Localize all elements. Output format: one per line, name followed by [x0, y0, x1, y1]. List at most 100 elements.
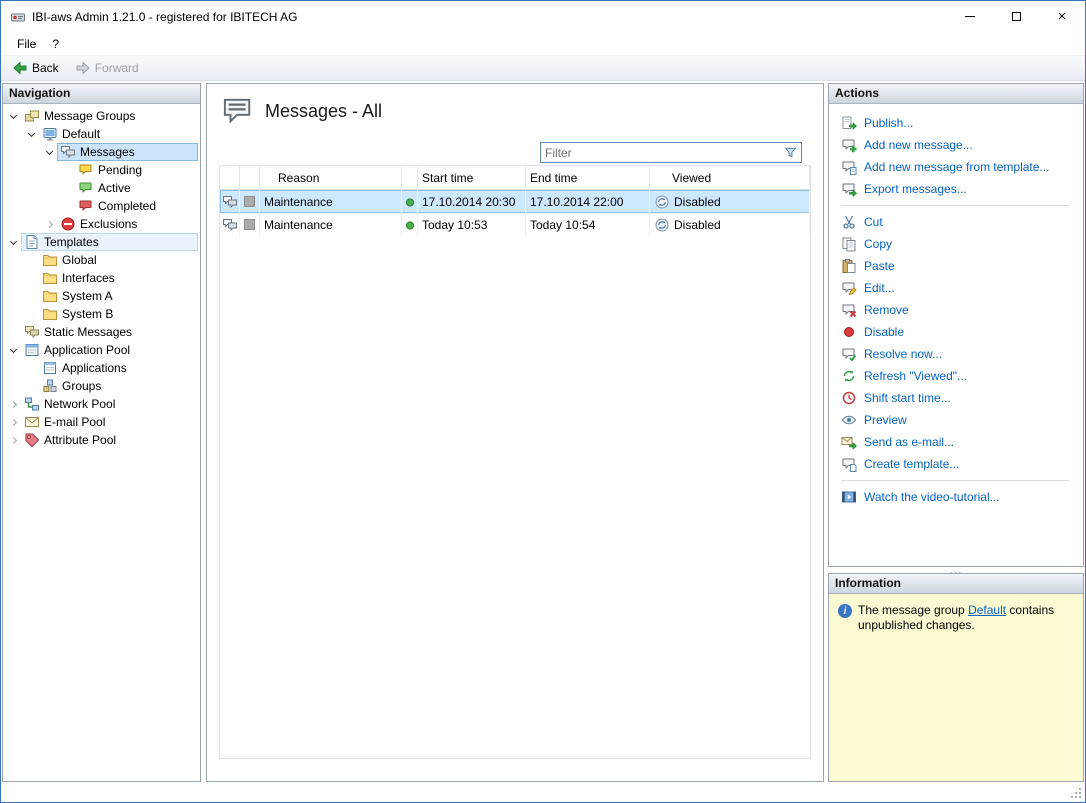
action-watch-the-video-tutorial[interactable]: Watch the video-tutorial... [841, 486, 1077, 508]
cell-reason: Maintenance [260, 190, 402, 213]
tree-item-exclusions[interactable]: Exclusions [3, 215, 200, 233]
workspace: Navigation Message Groups Default Messages… [1, 81, 1085, 802]
actions-panel-header: Actions [829, 84, 1083, 104]
action-edit[interactable]: Edit... [841, 277, 1077, 299]
action-send-as-e-mail[interactable]: Send as e-mail... [841, 431, 1077, 453]
message-row-icon [222, 217, 238, 233]
export-messages-icon [841, 181, 857, 197]
resize-grip-icon[interactable] [1070, 787, 1082, 799]
action-shift-start-time[interactable]: Shift start time... [841, 387, 1077, 409]
cell-viewed: Disabled [650, 190, 810, 213]
tree-item-applications[interactable]: Applications [3, 359, 200, 377]
tree-item-network-pool[interactable]: Network Pool [3, 395, 200, 413]
action-create-template[interactable]: Create template... [841, 453, 1077, 475]
action-publish[interactable]: Publish... [841, 112, 1077, 134]
action-refresh-viewed[interactable]: Refresh "Viewed"... [841, 365, 1077, 387]
message-row[interactable]: Maintenance 17.10.2014 20:30 17.10.2014 22… [220, 190, 810, 213]
add-message-template-icon [841, 159, 857, 175]
filter-funnel-icon[interactable] [783, 145, 801, 160]
action-paste[interactable]: Paste [841, 255, 1077, 277]
cell-thumbnail [240, 213, 260, 236]
cell-end-time: 17.10.2014 22:00 [526, 190, 650, 213]
cell-viewed: Disabled [650, 213, 810, 236]
tree-item-system-a[interactable]: System A [3, 287, 200, 305]
folder-icon [42, 270, 58, 286]
default-group-icon [42, 126, 58, 142]
cell-status [402, 190, 418, 213]
tree-item-attribute-pool[interactable]: Attribute Pool [3, 431, 200, 449]
tree-item-pending[interactable]: Pending [3, 161, 200, 179]
groups-icon [42, 378, 58, 394]
messages-large-icon [223, 96, 253, 126]
expand-chevron-icon[interactable] [5, 414, 21, 430]
column-header-start-time[interactable]: Start time [418, 166, 526, 189]
back-button[interactable]: Back [5, 58, 66, 78]
cell-start-time: 17.10.2014 20:30 [418, 190, 526, 213]
collapse-chevron-icon[interactable] [41, 144, 57, 160]
action-export-messages[interactable]: Export messages... [841, 178, 1077, 200]
expand-chevron-icon[interactable] [5, 432, 21, 448]
action-copy[interactable]: Copy [841, 233, 1077, 255]
menu-help[interactable]: ? [44, 34, 67, 54]
message-row[interactable]: Maintenance Today 10:53 Today 10:54 Disable… [220, 213, 810, 236]
folder-icon [42, 306, 58, 322]
tree-item-e-mail-pool[interactable]: E-mail Pool [3, 413, 200, 431]
column-header-end-time[interactable]: End time [526, 166, 650, 189]
cell-message-icon [220, 190, 240, 213]
table-body: Maintenance 17.10.2014 20:30 17.10.2014 22… [220, 190, 810, 236]
tree-item-system-b[interactable]: System B [3, 305, 200, 323]
collapse-chevron-icon[interactable] [5, 108, 21, 124]
table-header-row: Reason Start time End time Viewed [220, 166, 810, 190]
message-groups-icon [24, 108, 40, 124]
action-resolve-now[interactable]: Resolve now... [841, 343, 1077, 365]
collapse-chevron-icon[interactable] [5, 234, 21, 250]
expand-chevron-icon[interactable] [41, 216, 57, 232]
forward-button[interactable]: Forward [68, 58, 146, 78]
edit-icon [841, 280, 857, 296]
folder-icon [42, 252, 58, 268]
collapse-chevron-icon[interactable] [5, 342, 21, 358]
actions-panel: Actions Publish... Add new message... Add … [828, 83, 1084, 567]
app-window: IBI-aws Admin 1.21.0 - registered for IB… [0, 0, 1086, 803]
disable-icon [841, 324, 857, 340]
action-preview[interactable]: Preview [841, 409, 1077, 431]
column-header-reason[interactable]: Reason [260, 166, 402, 189]
refresh-viewed-icon [841, 368, 857, 384]
tree-item-groups[interactable]: Groups [3, 377, 200, 395]
minimize-icon [965, 16, 975, 17]
cell-status [402, 213, 418, 236]
cell-reason: Maintenance [260, 213, 402, 236]
static-messages-icon [24, 324, 40, 340]
action-add-new-message[interactable]: Add new message... [841, 134, 1077, 156]
remove-icon [841, 302, 857, 318]
maximize-button[interactable] [993, 1, 1039, 32]
tree-item-global[interactable]: Global [3, 251, 200, 269]
action-cut[interactable]: Cut [841, 211, 1077, 233]
collapse-chevron-icon[interactable] [23, 126, 39, 142]
close-button[interactable]: × [1039, 1, 1085, 32]
tree-item-active[interactable]: Active [3, 179, 200, 197]
filter-input[interactable] [541, 143, 783, 162]
action-remove[interactable]: Remove [841, 299, 1077, 321]
forward-arrow-icon [75, 60, 91, 76]
tree-item-default[interactable]: Default [3, 125, 200, 143]
messages-icon [60, 144, 76, 160]
menu-file[interactable]: File [9, 34, 44, 54]
tree-item-static-messages[interactable]: Static Messages [3, 323, 200, 341]
tree-item-templates[interactable]: Templates [3, 233, 200, 251]
action-disable[interactable]: Disable [841, 321, 1077, 343]
video-tutorial-icon [841, 489, 857, 505]
tree-item-completed[interactable]: Completed [3, 197, 200, 215]
info-icon: i [838, 604, 852, 618]
tree-item-interfaces[interactable]: Interfaces [3, 269, 200, 287]
tree-item-application-pool[interactable]: Application Pool [3, 341, 200, 359]
action-add-new-message-from-template[interactable]: Add new message from template... [841, 156, 1077, 178]
tree-item-message-groups[interactable]: Message Groups [3, 107, 200, 125]
expand-chevron-icon[interactable] [5, 396, 21, 412]
minimize-button[interactable] [947, 1, 993, 32]
actions-separator [841, 480, 1069, 481]
column-header-viewed[interactable]: Viewed [650, 166, 810, 189]
tree-item-messages[interactable]: Messages [3, 143, 200, 161]
default-group-link[interactable]: Default [968, 603, 1006, 617]
panel-splitter[interactable]: … [828, 562, 1084, 576]
